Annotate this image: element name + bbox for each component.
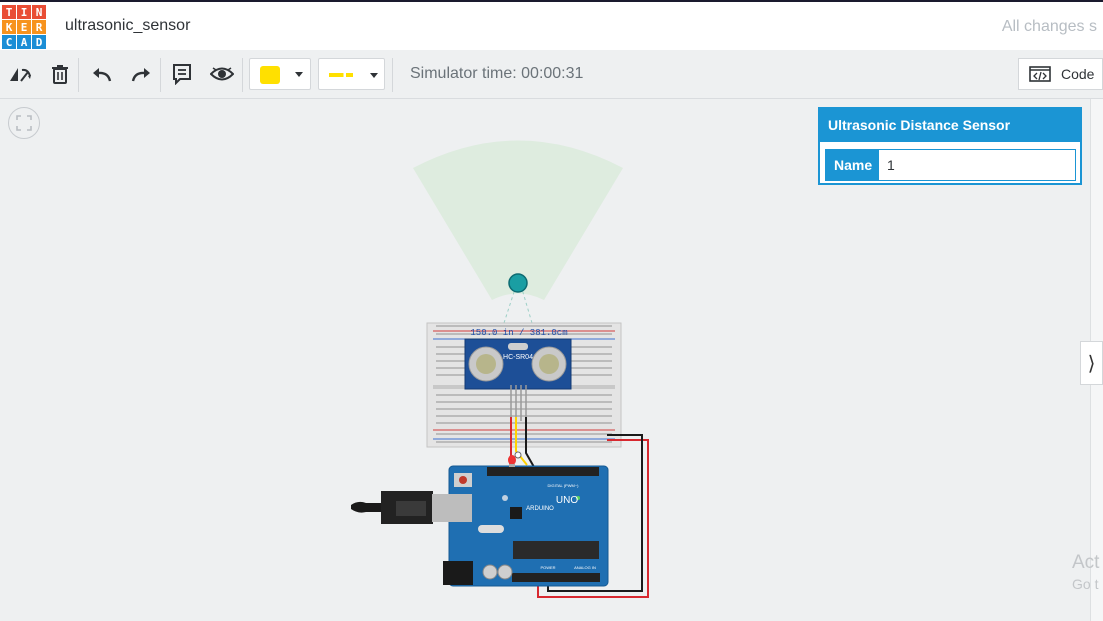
name-input[interactable]	[879, 150, 1075, 180]
logo-tile: R	[32, 20, 46, 34]
undo-icon[interactable]	[88, 60, 116, 88]
wire-style-dropdown[interactable]	[318, 58, 385, 90]
logo-tile: C	[2, 35, 16, 49]
header-label-power: POWER	[540, 565, 555, 570]
distance-readout: 150.0 in / 381.0cm	[470, 328, 567, 338]
header-label-digital: DIGITAL (PWM~)	[548, 483, 580, 488]
activation-watermark: Act Go t	[1072, 552, 1099, 592]
eye-icon[interactable]	[208, 60, 236, 88]
code-label: Code	[1061, 66, 1095, 82]
notes-icon[interactable]	[168, 60, 196, 88]
project-title[interactable]: ultrasonic_sensor	[65, 17, 190, 35]
expand-panel-button[interactable]: ⟩	[1080, 341, 1103, 385]
delete-icon[interactable]	[46, 60, 74, 88]
redo-icon[interactable]	[127, 60, 155, 88]
logo-tile: A	[17, 35, 31, 49]
chevron-right-icon: ⟩	[1087, 352, 1096, 375]
color-swatch	[260, 66, 280, 84]
component-inspector: Ultrasonic Distance Sensor Name	[818, 107, 1082, 185]
logo-tile: T	[2, 5, 16, 19]
board-brand: ARDUINO	[526, 506, 554, 512]
inspector-title: Ultrasonic Distance Sensor	[820, 109, 1080, 142]
logo-tile: D	[32, 35, 46, 49]
name-label: Name	[826, 150, 879, 180]
watermark-line-1: Act	[1072, 552, 1100, 573]
sensor-label: HC-SR04	[503, 354, 533, 361]
board-model: UNO	[556, 495, 578, 506]
name-field-row: Name	[825, 149, 1076, 181]
toolbar: Simulator time: 00:00:31 Code	[0, 50, 1103, 99]
wire-style-icon	[329, 73, 353, 77]
tinkercad-logo[interactable]: TIN KER CAD	[2, 5, 46, 49]
save-status: All changes s	[1001, 18, 1097, 35]
chevron-down-icon	[295, 72, 303, 77]
builtin-led	[508, 455, 516, 467]
simulator-time: Simulator time: 00:00:31	[410, 65, 584, 82]
chevron-down-icon	[370, 73, 378, 78]
color-dropdown[interactable]	[249, 58, 311, 90]
logo-tile: N	[32, 5, 46, 19]
arduino-uno: ARDUINO UNO DIGITAL (PWM~) POWER ANALOG …	[443, 465, 609, 587]
code-button[interactable]: Code	[1018, 58, 1103, 90]
top-bar: TIN KER CAD ultrasonic_sensor All changes …	[0, 0, 1103, 50]
logo-tile: I	[17, 5, 31, 19]
code-icon	[1029, 66, 1051, 82]
logo-tile: E	[17, 20, 31, 34]
usb-cable	[351, 491, 472, 524]
watermark-line-2: Go t	[1072, 576, 1099, 592]
target-object	[508, 273, 528, 293]
header-label-analog: ANALOG IN	[574, 565, 596, 570]
logo-tile: K	[2, 20, 16, 34]
rotate-icon[interactable]	[6, 60, 34, 88]
